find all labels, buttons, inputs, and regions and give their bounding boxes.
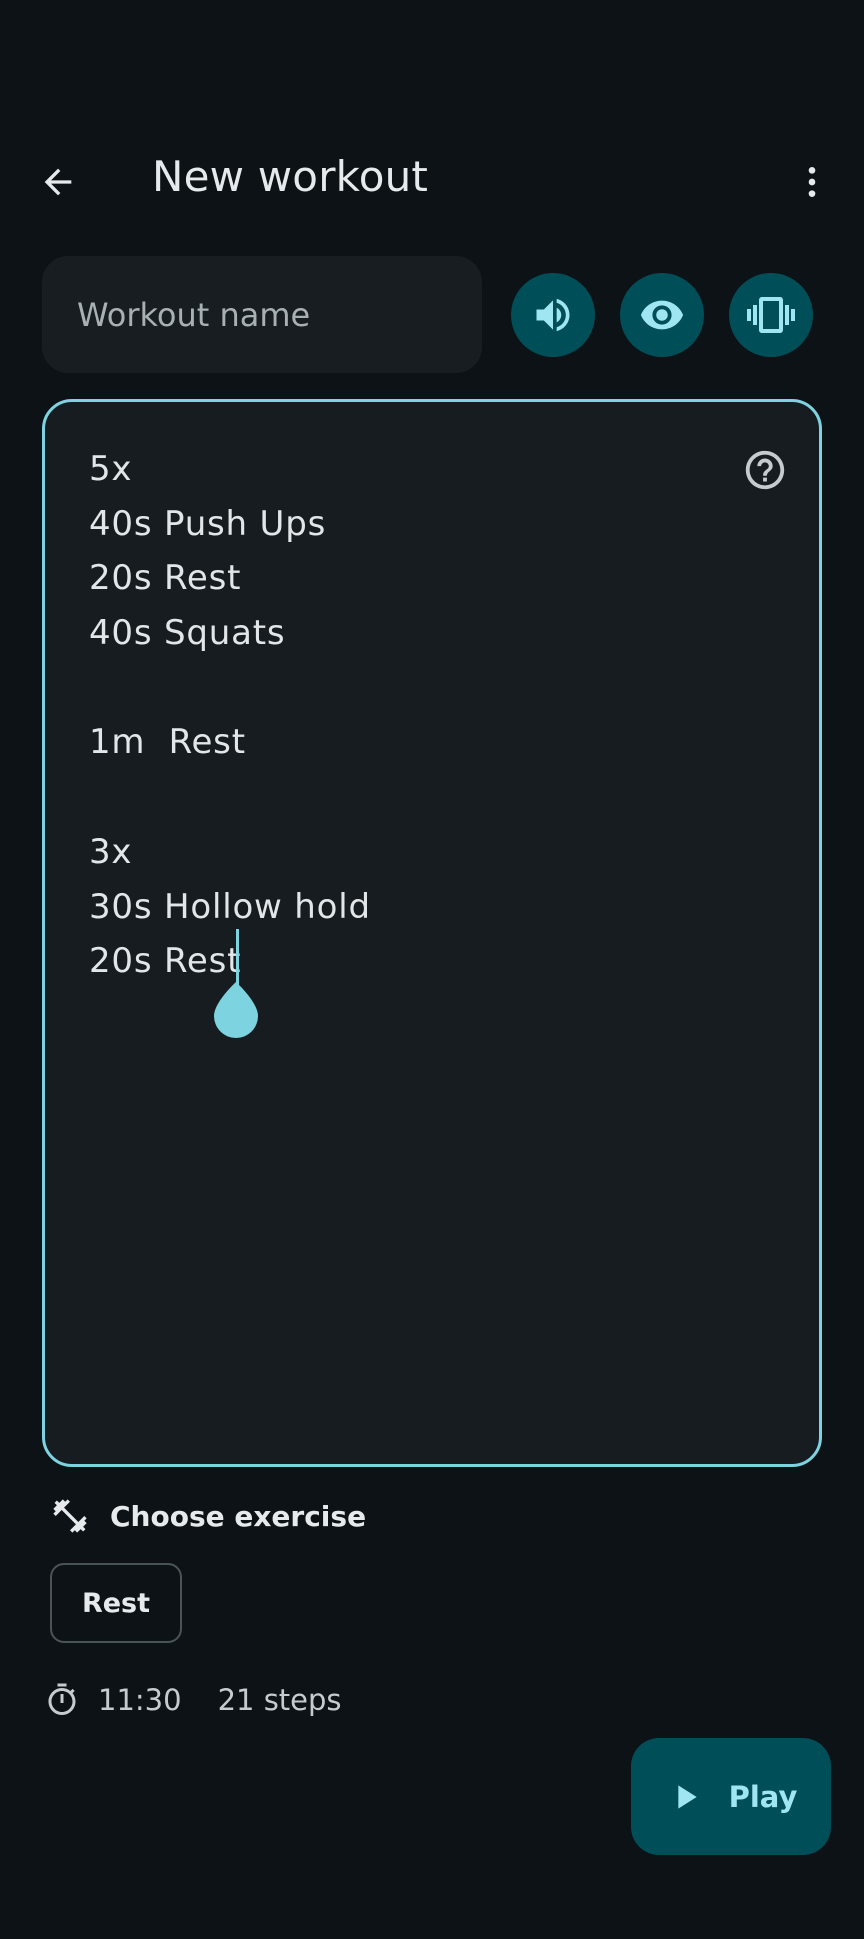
editor-line: 3x [89, 831, 133, 872]
editor-line: 5x [89, 449, 133, 489]
editor-line: 20s Rest [89, 558, 242, 599]
help-icon [745, 450, 785, 490]
sound-toggle-button[interactable] [511, 273, 595, 357]
page-title: New workout [152, 152, 429, 201]
editor-line: 1m Rest [89, 722, 246, 763]
play-icon [677, 1784, 697, 1809]
workout-editor-screen: New workout 5x 40s Push Up [0, 0, 864, 1939]
workout-text-editor[interactable]: 5x 40s Push Ups 20s Rest 40s Squats 1m R… [42, 399, 822, 1467]
volume-icon [536, 298, 570, 332]
workout-name-input[interactable] [42, 256, 482, 373]
editor-line: 40s Squats [89, 613, 286, 654]
editor-content[interactable]: 5x 40s Push Ups 20s Rest 40s Squats 1m R… [89, 442, 371, 989]
more-options-button[interactable] [780, 150, 844, 214]
cursor-handle-icon[interactable] [212, 982, 260, 1038]
total-duration: 11:30 [98, 1683, 182, 1717]
help-button[interactable] [733, 438, 797, 502]
more-vertical-icon [808, 167, 816, 197]
vibration-toggle-button[interactable] [729, 273, 813, 357]
editor-line: 40s Push Ups [89, 503, 327, 544]
vibrate-icon [747, 297, 795, 333]
timer-icon [48, 1683, 76, 1715]
arrow-left-icon [44, 168, 72, 196]
workout-stats: 11:30 21 steps [44, 1678, 342, 1722]
back-button[interactable] [26, 150, 90, 214]
choose-exercise-label: Choose exercise [110, 1499, 367, 1533]
text-cursor [236, 929, 239, 989]
eye-icon [640, 300, 684, 330]
step-count: 21 steps [217, 1683, 342, 1717]
fitness-icon [53, 1499, 87, 1533]
rest-chip[interactable]: Rest [50, 1563, 182, 1643]
visual-toggle-button[interactable] [620, 273, 704, 357]
play-button[interactable]: Play [631, 1738, 831, 1855]
play-label: Play [728, 1779, 798, 1814]
choose-exercise-button[interactable]: Choose exercise [50, 1494, 366, 1538]
editor-line: 20s Rest [89, 941, 242, 982]
editor-line: 30s Hollow hold [89, 886, 371, 927]
